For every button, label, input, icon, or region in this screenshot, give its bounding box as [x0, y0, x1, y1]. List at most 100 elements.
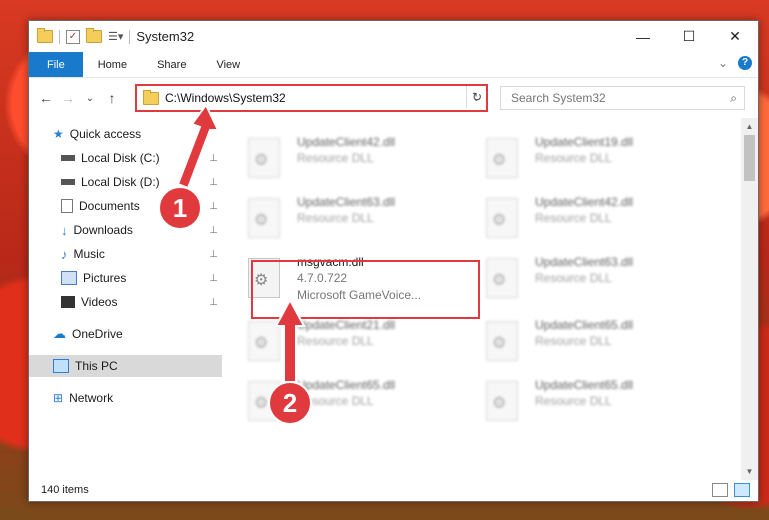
file-view: ⚙ UpdateClient42.dll Resource DLL ⚙ Upda… [234, 118, 734, 478]
properties-icon[interactable]: ✓ [66, 29, 80, 44]
file-tile[interactable]: ⚙ UpdateClient63.dll Resource DLL [472, 250, 692, 300]
file-tile[interactable]: ⚙ UpdateClient63.dll Resource DLL [234, 190, 454, 240]
scroll-thumb[interactable] [744, 135, 755, 181]
minimize-button[interactable]: — [620, 21, 666, 52]
star-icon: ★ [53, 127, 64, 141]
help-icon[interactable]: ? [738, 56, 752, 70]
file-name: UpdateClient65.dll [297, 378, 396, 392]
gear-icon: ⚙ [254, 335, 269, 352]
sidebar-item-this-pc[interactable]: This PC [29, 355, 222, 377]
title-bar: ✓ ☰▾ System32 — ☐ ✕ [29, 21, 758, 52]
sidebar-item-label: Downloads [73, 223, 133, 237]
pin-icon[interactable]: ⊥ [209, 201, 218, 212]
maximize-button[interactable]: ☐ [666, 21, 712, 52]
sidebar-item-pictures[interactable]: Pictures ⊥ [29, 267, 222, 289]
file-name: UpdateClient42.dll [297, 135, 396, 149]
view-toggle [712, 483, 750, 497]
computer-icon [53, 359, 69, 373]
back-button[interactable]: ← [35, 90, 57, 106]
close-button[interactable]: ✕ [712, 21, 758, 52]
sidebar-item-local-disk-c[interactable]: Local Disk (C:) ⊥ [29, 147, 222, 169]
sidebar-item-videos[interactable]: Videos ⊥ [29, 291, 222, 313]
forward-button[interactable]: → [57, 90, 79, 106]
network-icon: ⊞ [53, 391, 64, 405]
folder-icon [143, 89, 159, 105]
search-input[interactable] [509, 90, 713, 106]
file-name: UpdateClient63.dll [297, 195, 396, 209]
file-description: Resource DLL [297, 211, 374, 225]
pictures-icon [61, 271, 77, 285]
videos-icon [61, 296, 75, 308]
recent-locations-button[interactable]: ⌄ [79, 93, 101, 104]
pin-icon[interactable]: ⊥ [209, 297, 218, 308]
customize-icon[interactable]: ☰▾ [108, 30, 123, 43]
sidebar-item-label: Documents [79, 199, 140, 213]
up-button[interactable]: ↑ [101, 90, 123, 106]
drive-icon [61, 179, 75, 185]
pin-icon[interactable]: ⊥ [209, 273, 218, 284]
new-folder-icon[interactable] [86, 28, 102, 43]
file-description: Resource DLL [535, 211, 612, 225]
navigation-pane: ★ Quick access Local Disk (C:) ⊥ Local D… [29, 118, 222, 478]
search-icon: ⌕ [730, 90, 737, 105]
pin-icon[interactable]: ⊥ [209, 153, 218, 164]
file-tile[interactable]: ⚙ UpdateClient65.dll Resource DLL [234, 373, 454, 423]
gear-icon: ⚙ [492, 395, 507, 412]
file-tile[interactable]: ⚙ UpdateClient65.dll Resource DLL [472, 373, 692, 423]
sidebar-item-music[interactable]: ♪ Music ⊥ [29, 243, 222, 265]
scroll-up-icon[interactable]: ▲ [741, 118, 758, 135]
file-description: Resource DLL [297, 334, 374, 348]
documents-icon [61, 199, 73, 213]
tiles-view-icon[interactable] [734, 483, 750, 497]
refresh-button[interactable]: ↻ [466, 86, 487, 108]
scroll-down-icon[interactable]: ▼ [741, 463, 758, 480]
expand-ribbon-icon[interactable]: ⌄ [718, 56, 728, 70]
status-bar: 140 items [29, 479, 758, 501]
ribbon-tabs: File Home Share View ⌄ ? [29, 52, 758, 78]
callout-number-1: 1 [158, 186, 202, 230]
pin-icon[interactable]: ⊥ [209, 225, 218, 236]
file-tile[interactable]: ⚙ UpdateClient42.dll Resource DLL [234, 130, 454, 180]
file-tile[interactable]: ⚙ UpdateClient42.dll Resource DLL [472, 190, 692, 240]
vertical-scrollbar[interactable]: ▲ ▼ [741, 118, 758, 480]
tab-view[interactable]: View [201, 52, 255, 77]
highlight-box [251, 260, 480, 319]
item-count: 140 items [41, 484, 89, 496]
explorer-window: ✓ ☰▾ System32 — ☐ ✕ File Home Share View… [28, 20, 759, 502]
file-description: Resource DLL [535, 394, 612, 408]
sidebar-item-label: Videos [81, 295, 118, 309]
sidebar-item-label: Quick access [69, 127, 142, 141]
gear-icon: ⚙ [492, 212, 507, 229]
file-name: UpdateClient21.dll [297, 318, 396, 332]
file-name: UpdateClient42.dll [535, 195, 634, 209]
address-path[interactable]: C:\Windows\System32 [165, 91, 286, 105]
pin-icon[interactable]: ⊥ [209, 177, 218, 188]
file-tile[interactable]: ⚙ UpdateClient19.dll Resource DLL [472, 130, 692, 180]
file-description: Resource DLL [535, 334, 612, 348]
gear-icon: ⚙ [254, 212, 269, 229]
tab-share[interactable]: Share [142, 52, 201, 77]
file-name: UpdateClient19.dll [535, 135, 634, 149]
tab-home[interactable]: Home [83, 52, 142, 77]
search-box[interactable]: ⌕ [500, 86, 745, 110]
pin-icon[interactable]: ⊥ [209, 249, 218, 260]
ribbon-right-controls: ⌄ ? [718, 56, 752, 70]
sidebar-item-onedrive[interactable]: ☁ OneDrive [29, 323, 222, 345]
file-tile[interactable]: ⚙ UpdateClient65.dll Resource DLL [472, 313, 692, 363]
music-icon: ♪ [61, 246, 68, 262]
window-title: System32 [136, 29, 195, 44]
sidebar-item-network[interactable]: ⊞ Network [29, 387, 222, 409]
sidebar-item-label: This PC [75, 359, 118, 373]
details-view-icon[interactable] [712, 483, 728, 497]
tab-file[interactable]: File [29, 52, 83, 77]
address-bar[interactable]: C:\Windows\System32 ⌄ [135, 84, 488, 112]
gear-icon: ⚙ [254, 395, 269, 412]
cloud-icon: ☁ [53, 326, 66, 341]
sidebar-item-label: OneDrive [72, 327, 123, 341]
gear-icon: ⚙ [254, 152, 269, 169]
gear-icon: ⚙ [492, 272, 507, 289]
callout-number-2: 2 [268, 381, 312, 425]
file-tile[interactable]: ⚙ UpdateClient21.dll Resource DLL [234, 313, 454, 363]
gear-icon: ⚙ [492, 152, 507, 169]
sidebar-item-quick-access[interactable]: ★ Quick access [29, 123, 222, 145]
